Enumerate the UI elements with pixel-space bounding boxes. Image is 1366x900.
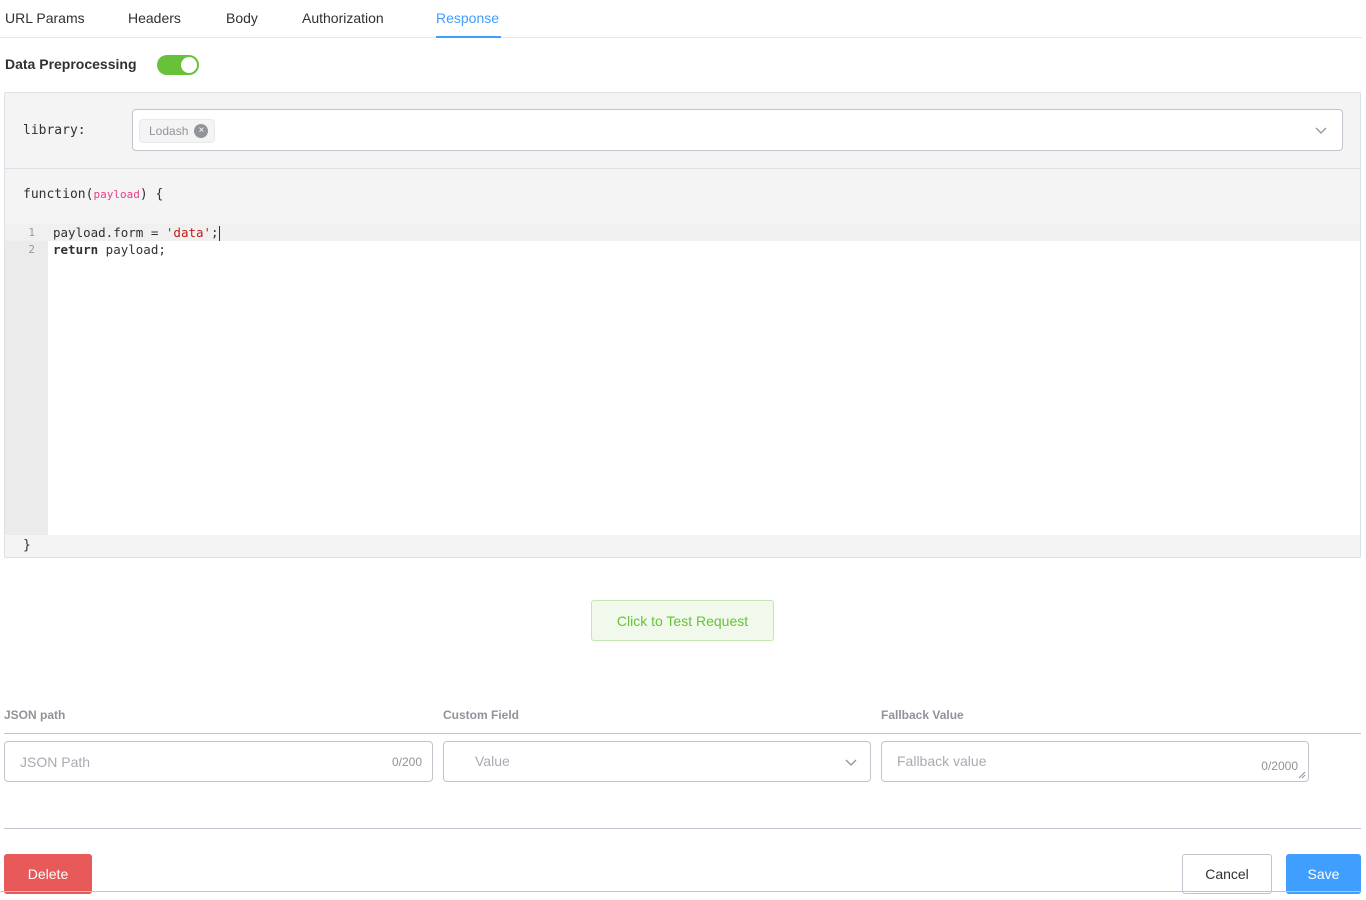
- line-number: 1: [28, 226, 35, 239]
- field-divider: [4, 733, 1361, 734]
- tab-url-params[interactable]: URL Params: [5, 9, 85, 27]
- json-path-counter: 0/200: [391, 755, 422, 769]
- custom-field-label: Custom Field: [443, 708, 520, 722]
- tab-authorization[interactable]: Authorization: [302, 9, 384, 27]
- footer-divider: [4, 828, 1361, 829]
- fallback-value-textarea[interactable]: [882, 742, 1308, 781]
- active-tab-indicator: [436, 36, 501, 38]
- data-preprocessing-toggle[interactable]: [157, 55, 199, 75]
- custom-field-select[interactable]: Value: [443, 741, 871, 782]
- library-select[interactable]: Lodash ×: [132, 109, 1343, 151]
- library-row: library: Lodash ×: [5, 93, 1360, 169]
- tab-body[interactable]: Body: [226, 9, 258, 27]
- test-request-button[interactable]: Click to Test Request: [591, 600, 774, 641]
- cancel-button[interactable]: Cancel: [1182, 854, 1272, 894]
- preprocessing-editor-panel: library: Lodash × function(payload) { 1 …: [4, 92, 1361, 558]
- code-line: return payload;: [53, 242, 166, 257]
- chevron-down-icon[interactable]: [1314, 123, 1328, 137]
- data-preprocessing-label: Data Preprocessing: [5, 56, 137, 72]
- function-close: }: [23, 538, 31, 553]
- text-cursor: [218, 226, 220, 241]
- chevron-down-icon: [845, 759, 857, 766]
- close-circle-icon[interactable]: ×: [194, 124, 209, 138]
- line-number: 2: [28, 243, 35, 256]
- save-button[interactable]: Save: [1286, 854, 1361, 894]
- tab-response[interactable]: Response: [436, 9, 499, 27]
- bottom-border: [0, 891, 1362, 892]
- json-path-field: 0/200: [4, 741, 433, 782]
- request-tabs: URL Params Headers Body Authorization Re…: [0, 0, 1362, 38]
- json-path-input[interactable]: [5, 742, 432, 781]
- line-gutter: [5, 224, 48, 535]
- fallback-value-field: 0/2000: [881, 741, 1309, 782]
- function-signature: function(payload) {: [23, 187, 164, 202]
- custom-field-placeholder: Value: [475, 753, 510, 769]
- library-label: library:: [23, 123, 86, 138]
- code-line: payload.form = 'data';: [53, 225, 220, 241]
- json-path-label: JSON path: [4, 708, 66, 722]
- resize-handle-icon[interactable]: [1298, 771, 1306, 779]
- delete-button[interactable]: Delete: [4, 854, 92, 894]
- library-tag-label: Lodash: [149, 124, 189, 138]
- fallback-value-label: Fallback Value: [881, 708, 964, 722]
- function-param: payload: [93, 188, 140, 201]
- fallback-value-counter: 0/2000: [1261, 759, 1298, 773]
- library-tag: Lodash ×: [139, 119, 216, 143]
- code-editor[interactable]: 1 2 payload.form = 'data'; return payloa…: [5, 224, 1360, 535]
- tab-headers[interactable]: Headers: [128, 9, 181, 27]
- toggle-knob: [181, 57, 197, 73]
